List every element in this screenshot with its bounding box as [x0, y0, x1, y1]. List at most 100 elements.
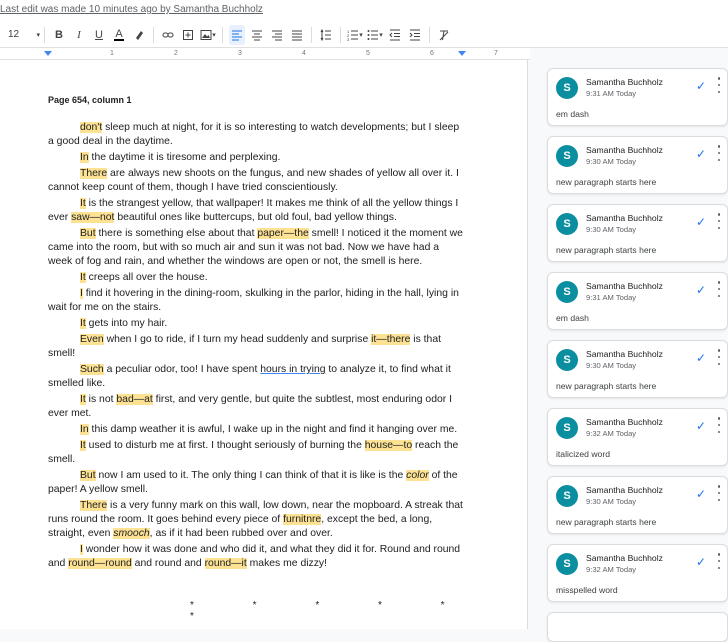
paragraph-text: sleep much at night, for it is so intere…	[48, 122, 460, 147]
comment-card[interactable]: S Samantha Buchholz 9:30 AM Today new pa…	[547, 340, 728, 398]
font-size-select[interactable]: 12 ▾	[8, 29, 40, 40]
highlight-button[interactable]	[131, 25, 147, 45]
paragraph: It is not bad—at first, and very gentle,…	[48, 393, 464, 421]
bold-button[interactable]: B	[51, 25, 67, 45]
comment-card[interactable]: S Samantha Buchholz 9:30 AM Today new pa…	[547, 136, 728, 194]
document-page[interactable]: Page 654, column 1 don't sleep much at n…	[0, 60, 528, 629]
numbered-list-button[interactable]: 123 ▾	[347, 25, 363, 45]
decrease-indent-button[interactable]	[387, 25, 403, 45]
page-heading: Page 654, column 1	[48, 95, 132, 105]
resolve-check-icon[interactable]: ✓	[696, 555, 706, 569]
underline-button[interactable]: U	[91, 25, 107, 45]
align-center-icon	[252, 30, 262, 40]
paragraph: It gets into my hair.	[48, 317, 464, 331]
horizontal-ruler[interactable]: 1 2 3 4 5 6 7	[0, 48, 530, 60]
image-button[interactable]: ▾	[200, 25, 216, 45]
more-options-icon[interactable]	[715, 417, 723, 433]
paragraph-text: is not	[85, 394, 117, 406]
last-edit-link[interactable]: Last edit was made 10 minutes ago by Sam…	[0, 4, 263, 15]
comment-author: Samantha Buchholz	[586, 349, 663, 359]
document-body[interactable]: don't sleep much at night, for it is so …	[48, 121, 464, 573]
more-options-icon[interactable]	[715, 553, 723, 569]
more-options-icon[interactable]	[715, 485, 723, 501]
comment-time: 9:31 AM Today	[586, 293, 637, 302]
resolve-check-icon[interactable]: ✓	[696, 215, 706, 229]
comment-card[interactable]: S Samantha Buchholz 9:30 AM Today new pa…	[547, 204, 728, 262]
paragraph: There is a very funny mark on this wall,…	[48, 499, 464, 540]
comment-text: new paragraph starts here	[556, 245, 657, 255]
comment-author: Samantha Buchholz	[586, 213, 663, 223]
chevron-down-icon: ▾	[212, 31, 216, 39]
comment-card[interactable]: S Samantha Buchholz 9:30 AM Today new pa…	[547, 476, 728, 534]
clear-formatting-button[interactable]	[436, 25, 452, 45]
more-options-icon[interactable]	[715, 77, 723, 93]
more-options-icon[interactable]	[715, 145, 723, 161]
avatar: S	[556, 485, 578, 507]
resolve-check-icon[interactable]: ✓	[696, 79, 706, 93]
more-options-icon[interactable]	[715, 213, 723, 229]
paragraph: In the daytime it is tiresome and perple…	[48, 151, 464, 165]
comment-author: Samantha Buchholz	[586, 485, 663, 495]
more-options-icon[interactable]	[715, 281, 723, 297]
paragraph-text: , as if it had been rubbed over and over…	[149, 527, 333, 539]
paragraph: It creeps all over the house.	[48, 271, 464, 285]
more-options-icon[interactable]	[715, 349, 723, 365]
avatar: S	[556, 417, 578, 439]
font-size-value: 12	[8, 29, 20, 40]
toolbar-divider	[311, 26, 312, 43]
text-color-button[interactable]: A	[111, 25, 127, 45]
line-spacing-button[interactable]	[318, 25, 334, 45]
chevron-down-icon: ▾	[379, 31, 383, 39]
italic-button[interactable]: I	[71, 25, 87, 45]
avatar: S	[556, 281, 578, 303]
section-divider: * * * * * *	[190, 600, 473, 622]
highlighted-italic-text: color	[406, 470, 429, 482]
ruler-tick: 4	[302, 50, 306, 57]
resolve-check-icon[interactable]: ✓	[696, 351, 706, 365]
comment-card[interactable]	[547, 612, 728, 642]
link-button[interactable]	[160, 25, 176, 45]
bulleted-list-button[interactable]: ▾	[367, 25, 383, 45]
comment-text: em dash	[556, 109, 589, 119]
paragraph-text: beautiful ones like buttercups, but old …	[114, 211, 397, 223]
comments-sidebar: S Samantha Buchholz 9:31 AM Today em das…	[538, 60, 728, 642]
comment-card[interactable]: S Samantha Buchholz 9:32 AM Today italic…	[547, 408, 728, 466]
paragraph: Such a peculiar odor, too! I have spent …	[48, 363, 464, 391]
ruler-tick: 2	[174, 50, 178, 57]
ruler-tick: 1	[110, 50, 114, 57]
comment-card[interactable]: S Samantha Buchholz 9:31 AM Today em das…	[547, 68, 728, 126]
text-color-icon: A	[115, 27, 123, 40]
link-icon	[162, 32, 174, 37]
toolbar-divider	[44, 26, 45, 43]
comment-text: new paragraph starts here	[556, 381, 657, 391]
highlighted-text: In	[80, 151, 89, 163]
justify-button[interactable]	[289, 25, 305, 45]
justify-icon	[292, 30, 302, 40]
left-indent-marker[interactable]	[44, 51, 52, 56]
increase-indent-button[interactable]	[407, 25, 423, 45]
toolbar-divider	[429, 26, 430, 43]
align-right-icon	[272, 30, 282, 40]
align-left-button[interactable]	[229, 24, 245, 45]
decrease-indent-icon	[389, 29, 400, 40]
comment-button[interactable]	[180, 25, 196, 45]
resolve-check-icon[interactable]: ✓	[696, 283, 706, 297]
avatar: S	[556, 213, 578, 235]
comment-time: 9:30 AM Today	[586, 361, 637, 370]
comment-card[interactable]: S Samantha Buchholz 9:31 AM Today em das…	[547, 272, 728, 330]
align-center-button[interactable]	[249, 25, 265, 45]
comment-card[interactable]: S Samantha Buchholz 9:32 AM Today misspe…	[547, 544, 728, 602]
highlight-icon	[136, 30, 143, 40]
ruler-tick: 6	[430, 50, 434, 57]
ruler-tick: 3	[238, 50, 242, 57]
resolve-check-icon[interactable]: ✓	[696, 419, 706, 433]
highlighted-italic-text: smooch	[113, 527, 150, 539]
paragraph: But now I am used to it. The only thing …	[48, 469, 464, 497]
right-indent-marker[interactable]	[458, 51, 466, 56]
comment-time: 9:31 AM Today	[586, 89, 637, 98]
increase-indent-icon	[409, 29, 420, 40]
align-right-button[interactable]	[269, 25, 285, 45]
paragraph-text: used to disturb me at first. I thought s…	[85, 440, 365, 452]
resolve-check-icon[interactable]: ✓	[696, 487, 706, 501]
resolve-check-icon[interactable]: ✓	[696, 147, 706, 161]
